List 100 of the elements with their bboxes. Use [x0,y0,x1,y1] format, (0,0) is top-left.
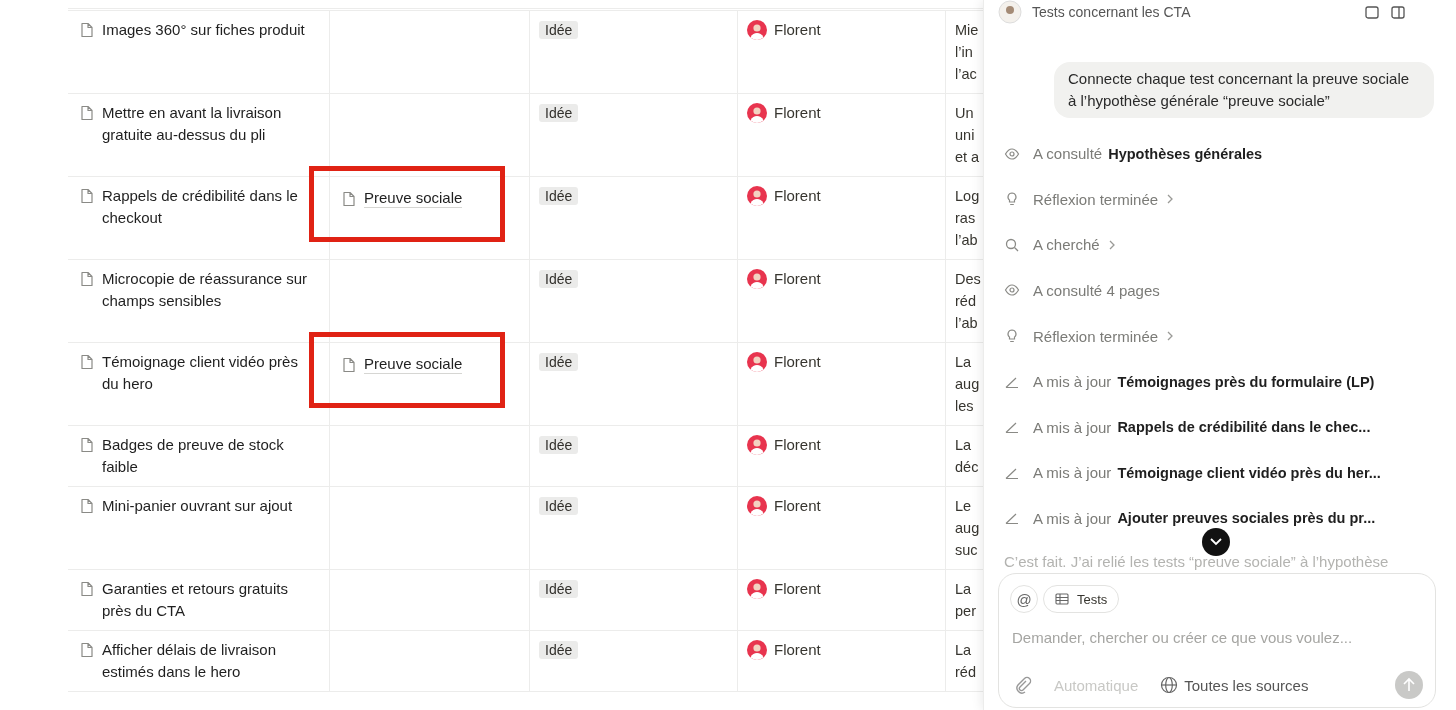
page-icon [342,357,356,373]
description-text: Mie [955,21,980,40]
description-text: per [955,602,977,621]
status-tag: Idée [539,270,579,288]
step-label: A mis à jour [1033,418,1112,436]
chevron-icon[interactable] [1107,238,1116,251]
avatar-icon [747,496,767,516]
avatar-icon [747,20,767,40]
description-text: les [955,397,975,416]
row-title[interactable]: Rappels de crédibilité dans le checkout [102,185,311,229]
description-text: ras [955,209,977,228]
row-title[interactable]: Témoignage client vidéo près du hero [102,351,311,395]
avatar-icon [747,579,767,599]
step-label: A mis à jour [1033,464,1112,482]
lightbulb-icon [1004,328,1020,345]
row-title[interactable]: Afficher délais de livraison estimés dans le hero [102,639,311,683]
page-icon [80,105,94,121]
description-text: l’in [955,43,974,62]
chevron-icon[interactable] [1166,193,1175,206]
row-title[interactable]: Mettre en avant la livraison gratuite au-dessus du pli [102,102,311,146]
description-text: La [955,436,973,455]
chat-title[interactable]: Tests concernant les CTA [1032,4,1191,20]
window-icon[interactable] [1390,4,1406,20]
page-icon [80,271,94,287]
page-icon [80,354,94,370]
owner-name: Florent [774,20,821,40]
scroll-down-button[interactable] [1202,528,1230,556]
page-icon [80,498,94,514]
step-label: A consulté [1033,145,1103,163]
table-icon [1055,593,1069,605]
step-label: A mis à jour [1033,373,1112,391]
description-text: Des [955,270,982,289]
status-tag: Idée [539,353,579,371]
chevron-icon[interactable] [1166,330,1175,343]
paperclip-icon[interactable] [1014,676,1032,694]
description-text: réd [955,663,977,682]
page-link[interactable]: Hypothèses générales [1108,145,1263,162]
status-tag: Idée [539,21,579,39]
row-title[interactable]: Images 360° sur fiches produit [102,19,305,41]
page-icon [80,188,94,204]
page-link[interactable]: Témoignages près du formulaire (LP) [1117,373,1375,390]
description-text: réd [955,292,977,311]
relation-link[interactable]: Preuve sociale [364,188,463,208]
relation-link[interactable]: Preuve sociale [364,354,463,374]
avatar-icon [747,352,767,372]
avatar-icon [747,103,767,123]
owner-name: Florent [774,186,821,206]
description-text: aug [955,519,981,538]
row-title[interactable]: Microcopie de réassurance sur champs sensibles [102,268,311,312]
description-text: uni [955,126,976,145]
description-text: aug [955,375,981,394]
page-link[interactable]: Ajouter preuves sociales près du pr... [1117,510,1376,527]
description-text: l’ab [955,314,979,333]
description-text: l’ab [955,231,979,250]
step-label[interactable]: Réflexion terminée [1033,327,1159,345]
step-label[interactable]: A cherché [1033,236,1100,254]
status-tag: Idée [539,436,579,454]
user-message: Connecte chaque test concernant la preuve sociale à l’hypothèse générale “preuve sociale” [1054,62,1434,118]
row-title[interactable]: Mini-panier ouvrant sur ajout [102,495,293,517]
description-text: Le [955,497,973,516]
owner-name: Florent [774,269,821,289]
description-text: l’ac [955,65,978,84]
owner-name: Florent [774,352,821,372]
lightbulb-icon [1004,191,1020,208]
description-text: suc [955,541,979,560]
step-label[interactable]: Réflexion terminée [1033,190,1159,208]
send-button[interactable] [1395,671,1423,699]
avatar-icon [747,640,767,660]
page-icon [342,191,356,207]
page-icon [80,437,94,453]
description-text: déc [955,458,980,477]
owner-name: Florent [774,496,821,516]
chevron-down-icon [1209,537,1223,547]
search-icon [1004,236,1020,253]
owner-name: Florent [774,103,821,123]
eye-icon [1004,282,1020,299]
avatar-icon [747,269,767,289]
sources-button[interactable]: Toutes les sources [1160,676,1309,694]
eye-icon [1004,145,1020,162]
page-icon [80,642,94,658]
description-text: La [955,580,973,599]
avatar-icon [747,186,767,206]
owner-name: Florent [774,579,821,599]
description-text: Log [955,187,981,206]
assistant-reply: C’est fait. J’ai relié les tests “preuve sociale” à l’hypothèse [1004,552,1390,573]
owner-name: Florent [774,435,821,455]
status-tag: Idée [539,187,579,205]
globe-icon [1160,676,1179,694]
mention-button[interactable]: @ [1010,585,1038,613]
context-chip[interactable]: Tests [1043,585,1120,613]
step-label: A consulté 4 pages [1033,281,1160,299]
page-link[interactable]: Rappels de crédibilité dans le chec... [1117,419,1371,436]
row-title[interactable]: Badges de preuve de stock faible [102,434,311,478]
page-icon [80,581,94,597]
description-text: La [955,353,973,372]
description-text: Un [955,104,975,123]
description-text: La [955,641,973,660]
row-title[interactable]: Garanties et retours gratuits près du CTA [102,578,311,622]
page-link[interactable]: Témoignage client vidéo près du her... [1117,464,1381,481]
owner-name: Florent [774,640,821,660]
